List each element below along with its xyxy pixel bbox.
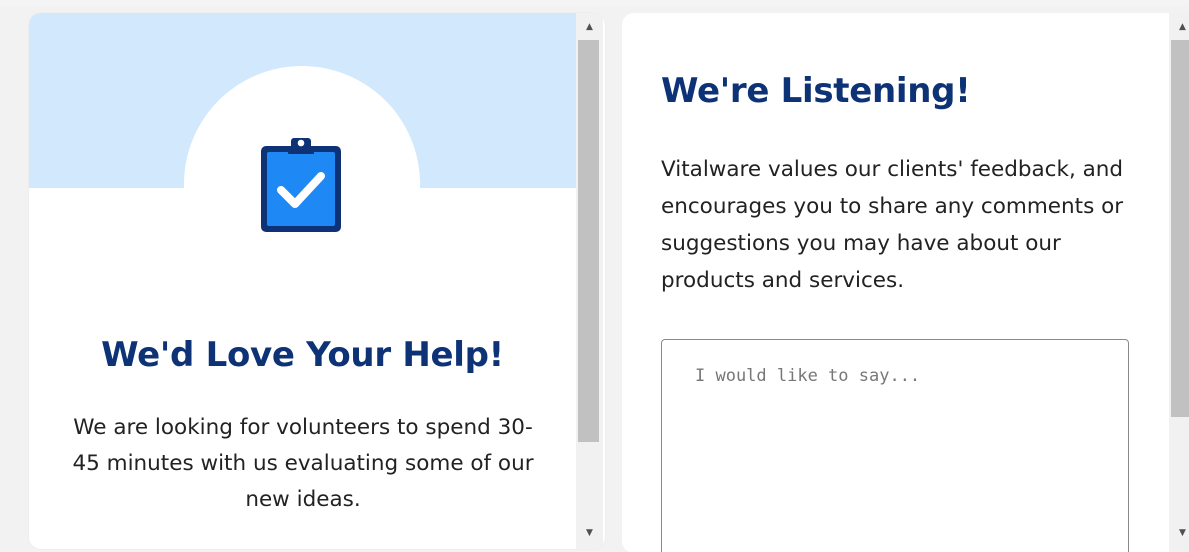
clipboard-check-icon — [261, 138, 341, 232]
feedback-textarea[interactable] — [661, 339, 1129, 552]
scroll-down-arrow-icon[interactable]: ▼ — [1169, 523, 1189, 543]
scroll-up-arrow-icon[interactable]: ▲ — [1169, 17, 1189, 37]
scroll-up-arrow-icon[interactable]: ▲ — [576, 17, 603, 37]
scroll-down-arrow-icon[interactable]: ▼ — [576, 523, 603, 543]
feedback-title: We're Listening! — [661, 71, 971, 111]
feedback-description: Vitalware values our clients' feedback, … — [661, 157, 1124, 293]
scroll-thumb[interactable] — [1171, 40, 1189, 417]
feedback-card-scrollbar[interactable]: ▲ ▼ — [1169, 13, 1189, 552]
volunteer-title: We'd Love Your Help! — [101, 335, 504, 375]
volunteer-description: We are looking for volunteers to spend 3… — [72, 415, 534, 512]
page: We'd Love Your Help! We are looking for … — [0, 0, 1189, 552]
top-strip — [0, 0, 1189, 6]
volunteer-card: We'd Love Your Help! We are looking for … — [29, 13, 605, 549]
volunteer-card-scrollbar[interactable]: ▲ ▼ — [576, 13, 603, 549]
scroll-thumb[interactable] — [578, 40, 599, 442]
feedback-card: We're Listening! Vitalware values our cl… — [622, 13, 1189, 552]
